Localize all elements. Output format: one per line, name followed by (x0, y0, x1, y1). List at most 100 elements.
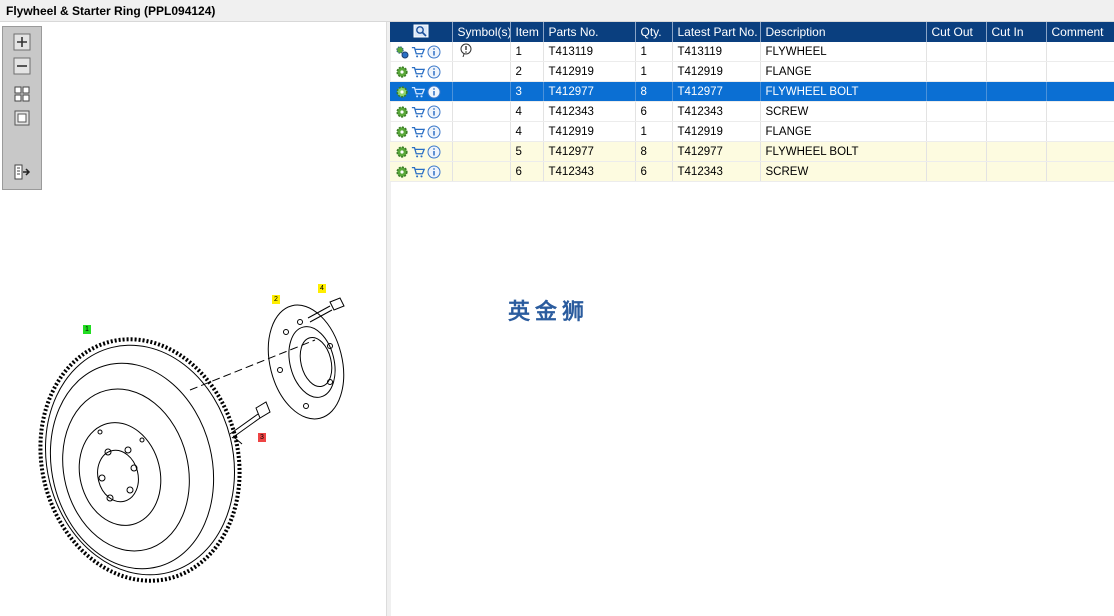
viewer-toolbox (2, 26, 42, 190)
row-action-icons (390, 42, 453, 62)
info-icon[interactable] (427, 85, 441, 99)
row-action-icons (390, 121, 453, 142)
row-action-icons (390, 141, 453, 162)
cut-in-cell (986, 81, 1047, 102)
cut-out-cell (926, 101, 987, 122)
column-header-cut-in[interactable]: Cut In (986, 22, 1047, 42)
table-row[interactable]: 3 T412977 8 T412977 FLYWHEEL BOLT (390, 81, 1114, 102)
info-icon[interactable] (427, 45, 441, 59)
column-header-description[interactable]: Description (760, 22, 927, 42)
comment-cell (1046, 161, 1114, 182)
latest-part-cell: T412977 (672, 141, 761, 162)
info-icon[interactable] (427, 165, 441, 179)
callout-3[interactable]: 3 (258, 433, 266, 442)
gears-icon[interactable] (395, 45, 409, 59)
description-cell: SCREW (760, 161, 927, 182)
table-row[interactable]: 5 T412977 8 T412977 FLYWHEEL BOLT (390, 141, 1114, 162)
cut-out-cell (926, 61, 987, 82)
fit-page-button[interactable] (13, 109, 31, 127)
table-row[interactable]: 2 T412919 1 T412919 FLANGE (390, 61, 1114, 82)
column-header-search[interactable] (390, 22, 453, 42)
cart-icon[interactable] (411, 125, 425, 139)
callout-4[interactable]: 4 (318, 284, 326, 293)
cut-in-cell (986, 101, 1047, 122)
flywheel-exploded-drawing: 1 2 3 4 (30, 280, 370, 590)
cart-icon[interactable] (411, 45, 425, 59)
item-cell: 6 (510, 161, 544, 182)
cart-icon[interactable] (411, 145, 425, 159)
gear-icon[interactable] (395, 65, 409, 79)
description-cell: FLANGE (760, 61, 927, 82)
qty-cell: 8 (635, 81, 673, 102)
plus-icon (13, 33, 31, 51)
part-number-cell: T412919 (543, 121, 636, 142)
note-symbol-icon[interactable] (458, 43, 474, 58)
comment-cell (1046, 42, 1114, 62)
comment-cell (1046, 141, 1114, 162)
description-cell: FLYWHEEL BOLT (760, 141, 927, 162)
gear-icon[interactable] (395, 85, 409, 99)
column-header-latest-part-no[interactable]: Latest Part No. (672, 22, 761, 42)
table-row[interactable]: 4 T412919 1 T412919 FLANGE (390, 121, 1114, 142)
fit-all-button[interactable] (13, 85, 31, 103)
gear-icon[interactable] (395, 145, 409, 159)
symbols-cell (452, 81, 511, 102)
part-number-cell: T413119 (543, 42, 636, 62)
column-header-parts-no[interactable]: Parts No. (543, 22, 636, 42)
item-cell: 5 (510, 141, 544, 162)
cut-in-cell (986, 61, 1047, 82)
gear-icon[interactable] (395, 105, 409, 119)
info-icon[interactable] (427, 145, 441, 159)
window-title-bar: Flywheel & Starter Ring (PPL094124) (0, 0, 1114, 22)
search-icon (413, 24, 429, 37)
qty-cell: 8 (635, 141, 673, 162)
zoom-out-button[interactable] (13, 57, 31, 75)
row-action-icons (390, 61, 453, 82)
watermark-text: 英金狮 (508, 300, 590, 325)
cart-icon[interactable] (411, 105, 425, 119)
cut-out-cell (926, 161, 987, 182)
table-row[interactable]: 4 T412343 6 T412343 SCREW (390, 101, 1114, 122)
cart-icon[interactable] (411, 65, 425, 79)
column-header-qty[interactable]: Qty. (635, 22, 673, 42)
comment-cell (1046, 101, 1114, 122)
grid-header-row: Symbol(s) Item Parts No. Qty. Latest Par… (390, 22, 1114, 42)
export-button[interactable] (13, 163, 31, 181)
minus-icon (13, 57, 31, 75)
latest-part-cell: T413119 (672, 42, 761, 62)
column-header-symbols[interactable]: Symbol(s) (452, 22, 511, 42)
gear-icon[interactable] (395, 125, 409, 139)
info-icon[interactable] (427, 65, 441, 79)
cart-icon[interactable] (411, 165, 425, 179)
grid-icon (14, 86, 30, 102)
column-header-comment[interactable]: Comment (1046, 22, 1114, 42)
part-number-cell: T412977 (543, 141, 636, 162)
latest-part-cell: T412919 (672, 121, 761, 142)
info-icon[interactable] (427, 105, 441, 119)
description-cell: FLANGE (760, 121, 927, 142)
part-number-cell: T412919 (543, 61, 636, 82)
zoom-in-button[interactable] (13, 33, 31, 51)
table-row[interactable]: 1 T413119 1 T413119 FLYWHEEL (390, 42, 1114, 62)
window-title: Flywheel & Starter Ring (PPL094124) (6, 4, 216, 18)
callout-2[interactable]: 2 (272, 295, 280, 304)
info-icon[interactable] (427, 125, 441, 139)
description-cell: SCREW (760, 101, 927, 122)
latest-part-cell: T412343 (672, 101, 761, 122)
comment-cell (1046, 81, 1114, 102)
table-row[interactable]: 6 T412343 6 T412343 SCREW (390, 161, 1114, 182)
part-number-cell: T412343 (543, 101, 636, 122)
column-header-cut-out[interactable]: Cut Out (926, 22, 987, 42)
square-icon (14, 110, 30, 126)
flywheel-diagram (38, 297, 345, 583)
item-cell: 2 (510, 61, 544, 82)
qty-cell: 1 (635, 121, 673, 142)
symbols-cell (452, 121, 511, 142)
qty-cell: 6 (635, 161, 673, 182)
gear-icon[interactable] (395, 165, 409, 179)
qty-cell: 6 (635, 101, 673, 122)
callout-1[interactable]: 1 (83, 325, 91, 334)
cart-icon[interactable] (411, 85, 425, 99)
latest-part-cell: T412919 (672, 61, 761, 82)
column-header-item[interactable]: Item (510, 22, 544, 42)
